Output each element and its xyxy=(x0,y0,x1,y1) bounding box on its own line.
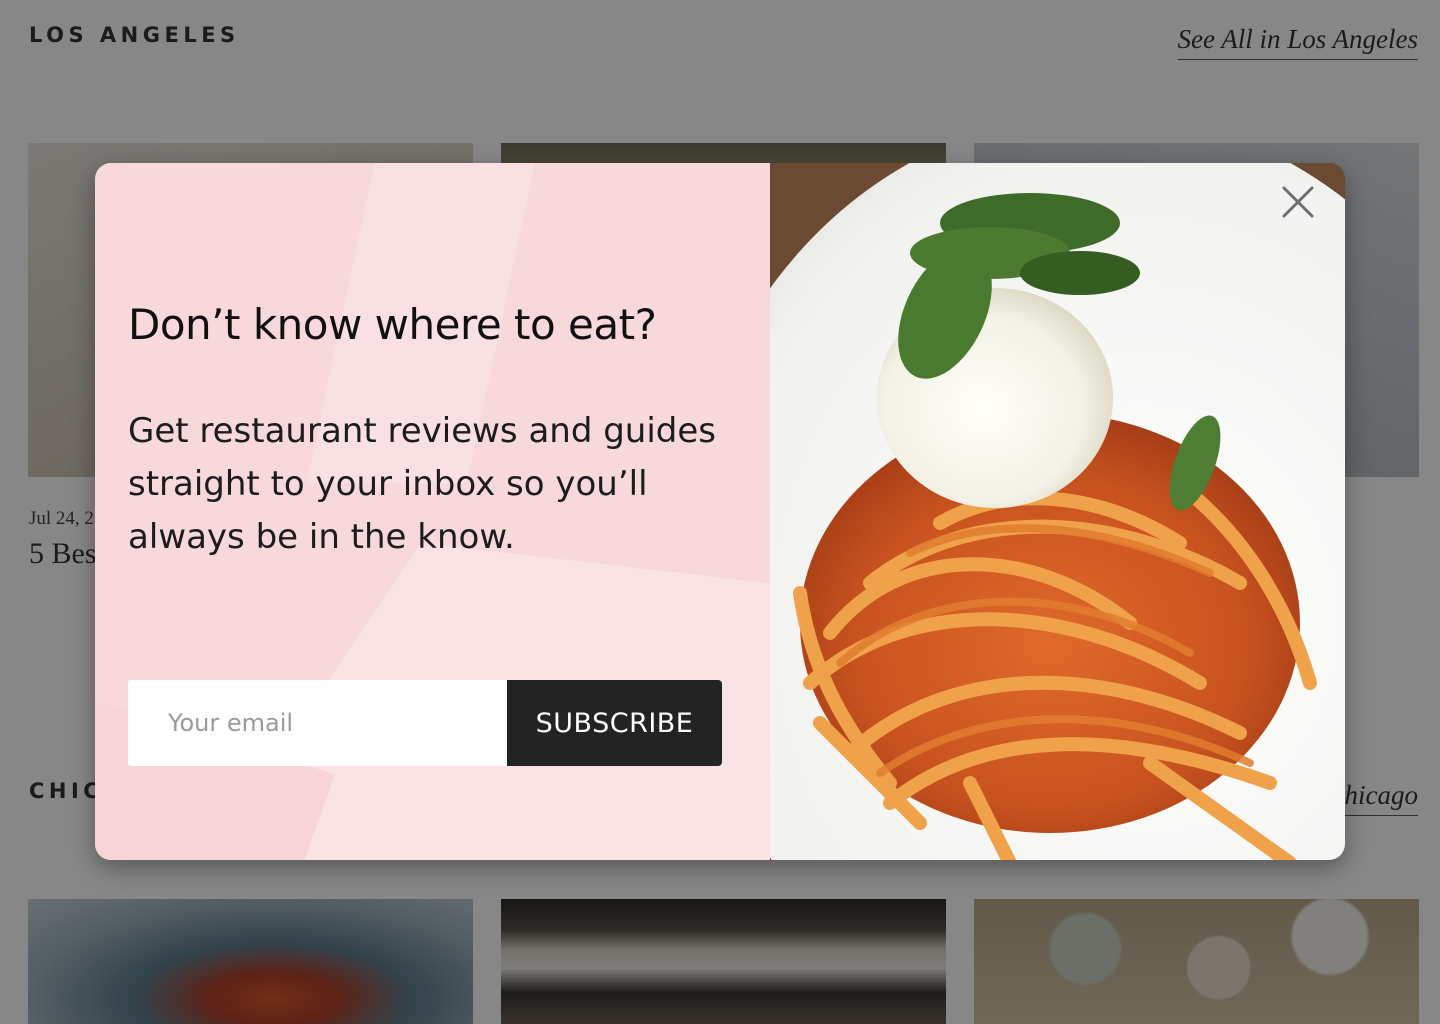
modal-description: Get restaurant reviews and guides straig… xyxy=(128,411,717,557)
modal-heading: Don’t know where to eat? xyxy=(128,300,657,349)
pasta-with-burrata-illustration xyxy=(770,163,1345,860)
pasta-photo xyxy=(770,163,1345,860)
email-input[interactable] xyxy=(128,680,507,766)
modal-content-panel: Don’t know where to eat? Get restaurant … xyxy=(95,163,770,860)
newsletter-modal: Don’t know where to eat? Get restaurant … xyxy=(95,163,1345,860)
subscribe-button[interactable]: SUBSCRIBE xyxy=(507,680,722,766)
